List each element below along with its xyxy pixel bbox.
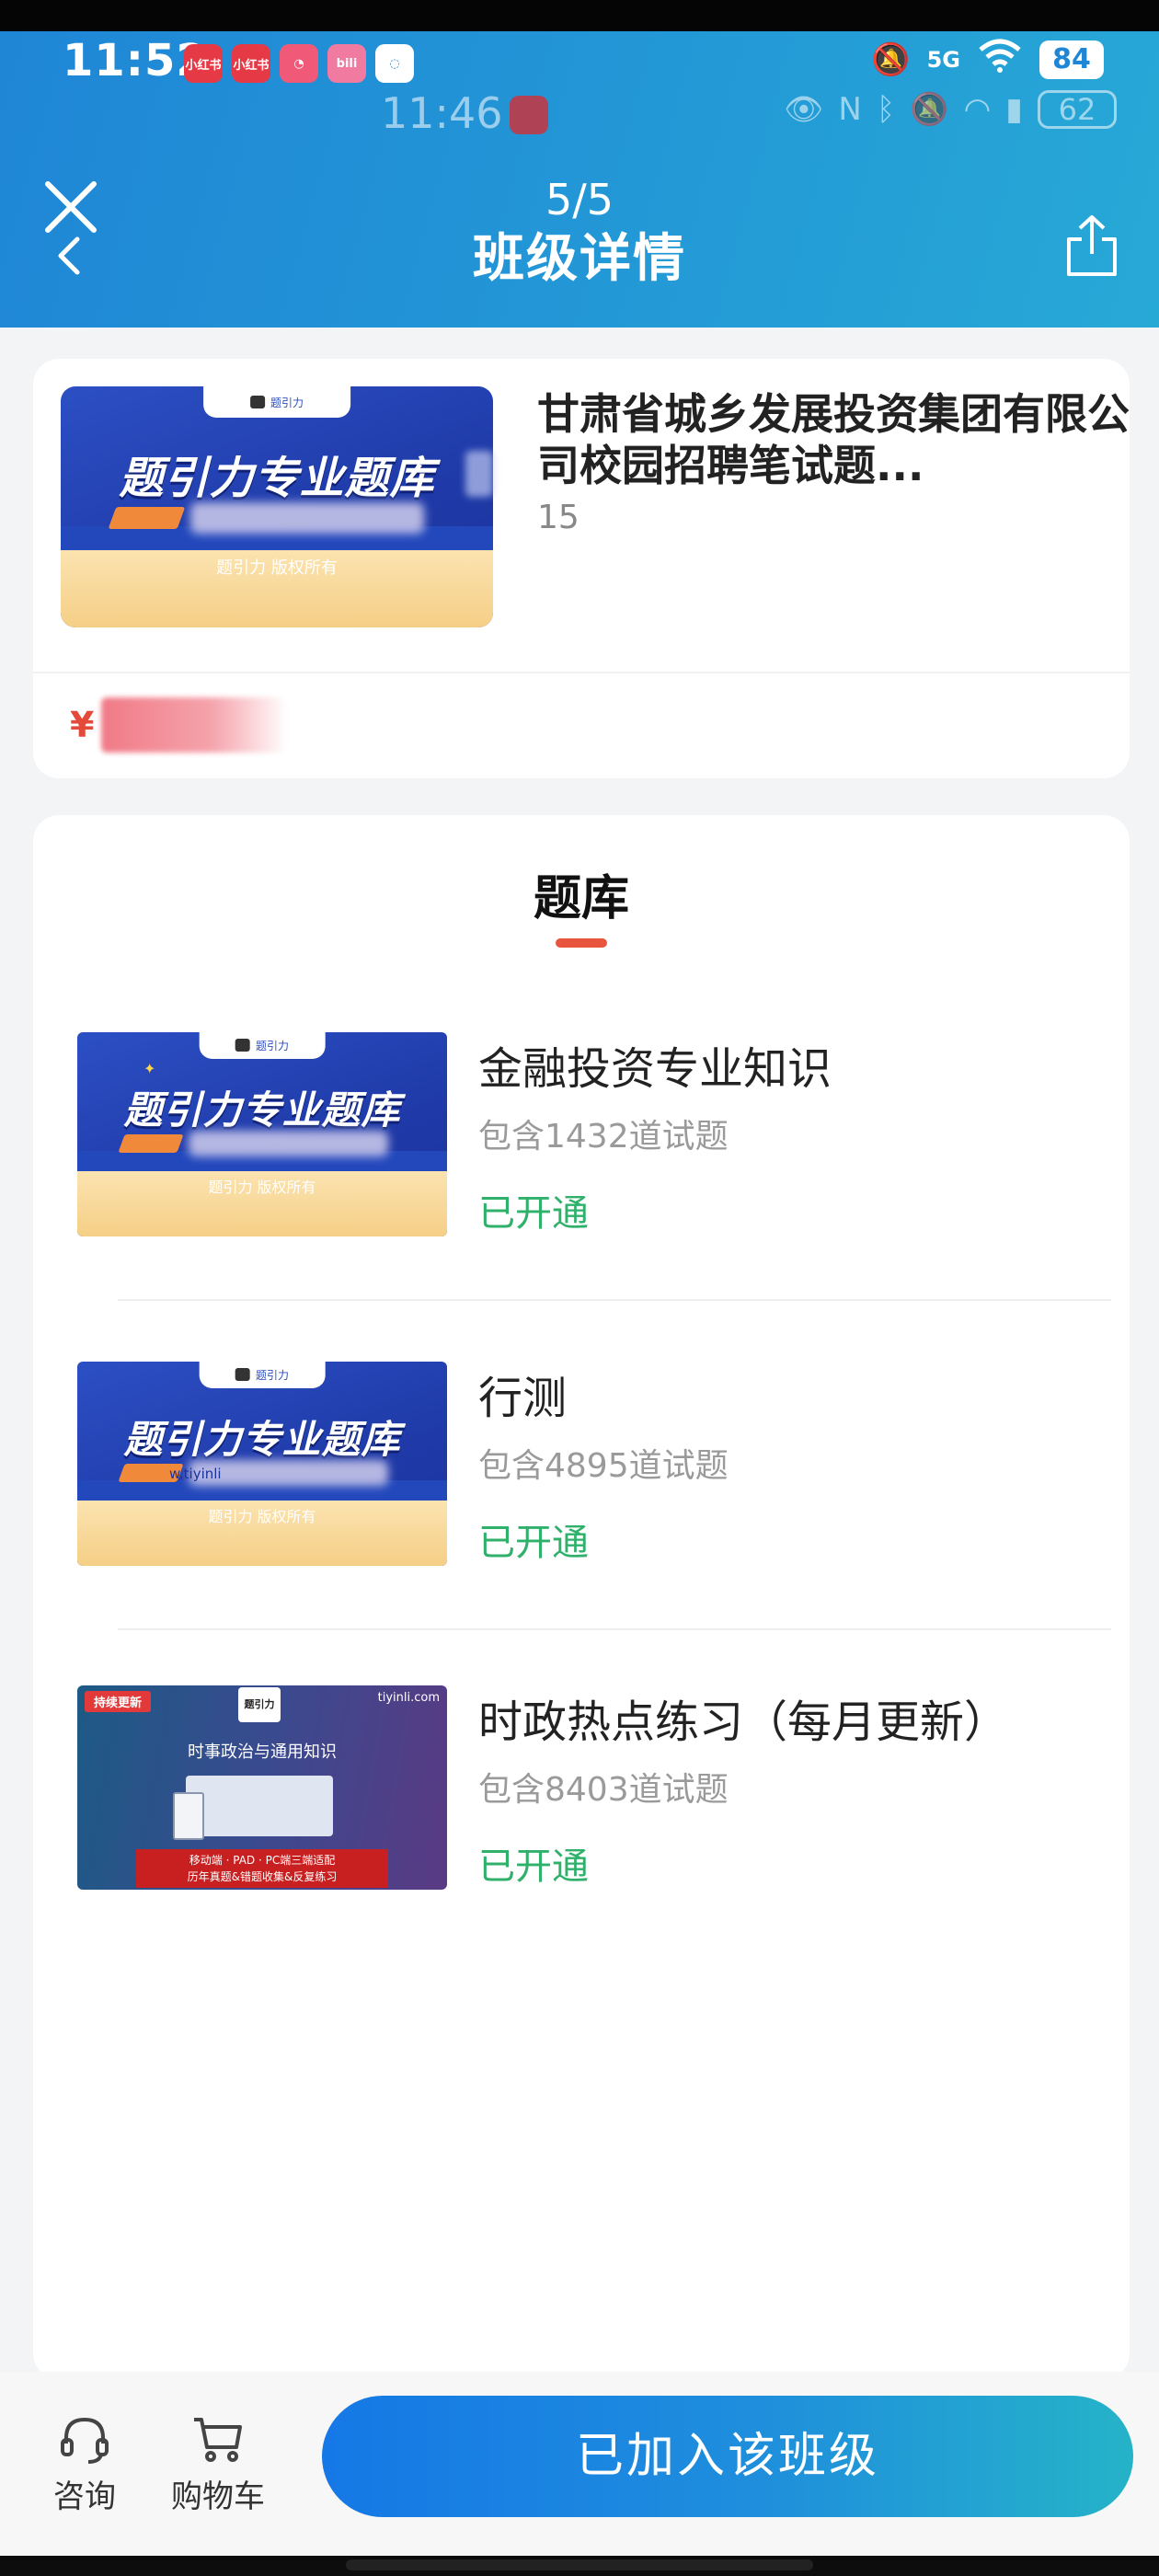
consult-label: 咨询 <box>53 2478 116 2515</box>
divider <box>118 1299 1111 1301</box>
cart-button[interactable]: 购物车 <box>167 2414 269 2516</box>
bluetooth-icon: ᛒ <box>876 91 896 128</box>
nfc-icon: N <box>838 91 862 128</box>
device-screens-illustration <box>186 1776 333 1836</box>
alert-icon: ▮ <box>1005 91 1023 128</box>
product-title: 甘肃省城乡发展投资集团有限公司校园招聘笔试题... <box>537 389 1130 490</box>
bell-muted-icon: 🔕 <box>910 91 949 128</box>
bank-item[interactable]: ✦ 题引力 题引力专业题库 题引力 版权所有 金融投资专业知识 包含1432道试… <box>77 1032 1111 1327</box>
bank-item-count: 包含8403道试题 <box>478 1771 729 1809</box>
thumb-caption: 题引力 版权所有 <box>208 1508 316 1526</box>
bank-item-name: 金融投资专业知识 <box>478 1043 832 1095</box>
headset-icon <box>61 2417 109 2464</box>
home-indicator[interactable] <box>346 2559 813 2570</box>
overlay-status-time: 11:46 <box>381 88 503 138</box>
app-icon-xiaohongshu: 小红书 <box>232 44 270 83</box>
bank-item[interactable]: 持续更新 题引力 tiyinli.com 时事政治与通用知识 移动端 · PAD… <box>77 1685 1107 1980</box>
thumb-title: 题引力专业题库 <box>123 1417 401 1463</box>
app-icon-bilibili: bili <box>327 44 366 83</box>
product-thumbnail: 题引力 题引力专业题库 题引力 版权所有 <box>61 386 493 627</box>
overlay-status-bar: 11:46 👁 N ᛒ 🔕 ◠ ▮ 62 <box>0 88 1159 144</box>
bank-item-name: 时政热点练习（每月更新） <box>478 1696 1009 1748</box>
bell-muted-icon: 🔕 <box>871 40 911 78</box>
blurred-region <box>188 1130 388 1157</box>
joined-class-button[interactable]: 已加入该班级 <box>322 2396 1133 2517</box>
price-currency: ¥ <box>70 705 95 745</box>
thumb-banner: 持续更新 <box>85 1691 152 1712</box>
share-icon[interactable] <box>1061 213 1122 280</box>
bank-item-name: 行测 <box>478 1373 568 1424</box>
star-icon: ✦ <box>143 1060 156 1077</box>
status-bar: 11:52 小红书 小红书 ◔ bili ◌ 🔕 5G 84 <box>0 31 1159 96</box>
thumb-tab: 题引力 <box>199 1032 326 1059</box>
wifi-icon: ◠ <box>963 91 992 128</box>
product-card[interactable]: 题引力 题引力专业题库 题引力 版权所有 甘肃省城乡发展投资集团有限公司校园招聘… <box>33 359 1130 778</box>
thumb-subtitle: 时事政治与通用知识 <box>188 1742 337 1762</box>
bank-item-thumbnail: ✦ 题引力 题引力专业题库 题引力 版权所有 <box>77 1032 447 1236</box>
price: ¥ <box>70 688 286 762</box>
divider <box>33 672 1130 673</box>
app-icon-pink: ◔ <box>280 44 318 83</box>
thumb-title: 题引力专业题库 <box>123 1087 401 1133</box>
signal-icon: 5G <box>926 46 960 73</box>
eye-icon: 👁 <box>784 91 824 128</box>
consult-button[interactable]: 咨询 <box>48 2414 121 2516</box>
thumb-feature-bar: 移动端 · PAD · PC端三端适配 历年真题&错题收集&反复练习 <box>136 1849 388 1888</box>
bank-item-count: 包含1432道试题 <box>478 1118 729 1156</box>
section-title-underline <box>556 938 607 948</box>
cart-label: 购物车 <box>171 2478 265 2515</box>
page-title: 班级详情 <box>473 229 686 289</box>
system-icons: 🔕 5G 84 <box>871 37 1104 82</box>
app-icon-xiaohongshu: 小红书 <box>184 44 223 83</box>
thumb-caption: 题引力 版权所有 <box>208 1179 316 1197</box>
shopping-cart-icon <box>194 2418 242 2462</box>
product-count: 15 <box>537 499 580 536</box>
thumb-caption: 题引力 版权所有 <box>216 558 338 579</box>
bank-item-status: 已开通 <box>478 1846 589 1888</box>
thumb-title: 题引力专业题库 <box>119 453 435 505</box>
thumb-url: w.tiyinli <box>169 1466 222 1483</box>
overlay-battery-indicator: 62 <box>1038 90 1117 129</box>
overlay-app-icon <box>510 96 548 134</box>
thumb-url: tiyinli.com <box>377 1691 440 1705</box>
thumb-tab: 题引力 <box>199 1362 326 1388</box>
app-icon-chat: ◌ <box>375 44 414 83</box>
wifi-icon <box>977 37 1023 82</box>
status-bar-top-edge <box>0 0 1159 31</box>
section-title: 题库 <box>533 871 629 926</box>
bank-item-status: 已开通 <box>478 1192 589 1235</box>
bank-item-thumbnail: 持续更新 题引力 tiyinli.com 时事政治与通用知识 移动端 · PAD… <box>77 1685 447 1890</box>
thumb-tab: 题引力 <box>203 386 350 419</box>
overlay-system-icons: 👁 N ᛒ 🔕 ◠ ▮ 62 <box>784 90 1117 129</box>
bottom-action-bar: 咨询 购物车 已加入该班级 <box>0 2372 1159 2556</box>
bank-item-thumbnail: 题引力 题引力专业题库 w.tiyinli 题引力 版权所有 <box>77 1362 447 1566</box>
bank-item[interactable]: 题引力 题引力专业题库 w.tiyinli 题引力 版权所有 行测 包含4895… <box>77 1362 1111 1656</box>
blurred-region <box>190 501 424 534</box>
bank-item-count: 包含4895道试题 <box>478 1447 729 1485</box>
question-bank-card: 题库 ✦ 题引力 题引力专业题库 题引力 版权所有 金融投资专业知识 包含143… <box>33 815 1130 2379</box>
notification-app-icons: 小红书 小红书 ◔ bili ◌ <box>184 44 414 83</box>
price-value-blurred <box>101 697 286 753</box>
battery-indicator: 84 <box>1039 40 1104 79</box>
divider <box>118 1628 1111 1630</box>
thumb-logo: 题引力 <box>238 1687 281 1722</box>
bank-item-status: 已开通 <box>478 1522 589 1564</box>
